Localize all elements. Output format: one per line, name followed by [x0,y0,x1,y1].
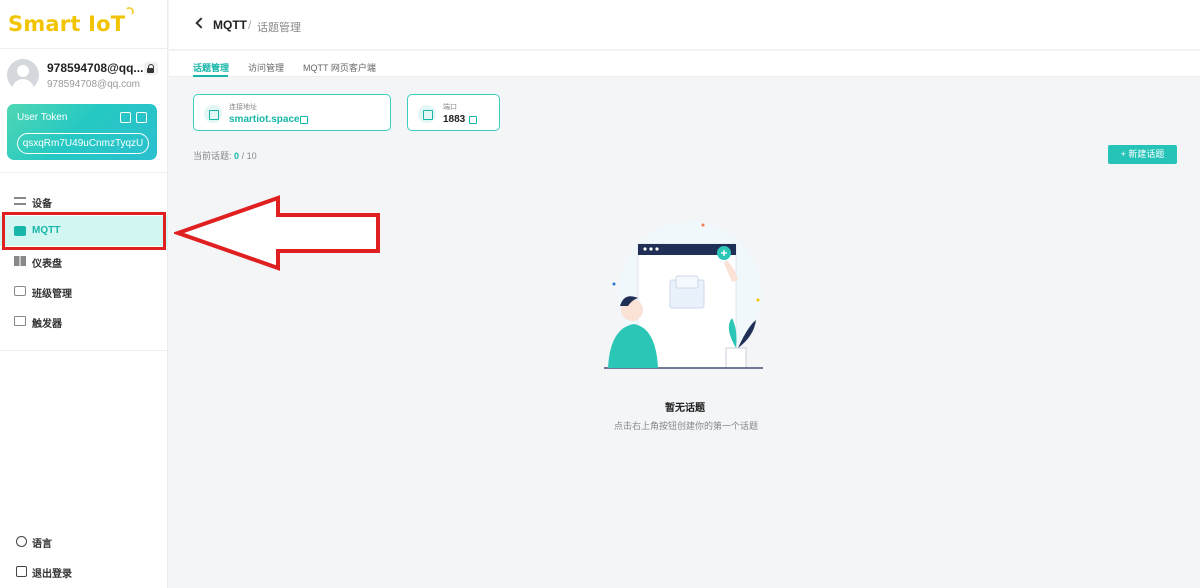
breadcrumb-separator: / [248,18,252,32]
divider [0,172,168,173]
wifi-icon [125,7,135,16]
avatar[interactable] [7,59,39,91]
connection-address-card: 连接地址 smartiot.space [193,94,391,131]
dashboard-icon [14,256,26,266]
highlight-box [2,212,166,250]
language-button[interactable]: 语言 [16,534,166,550]
tab-bar: 话题管理 访问管理 MQTT 网页客户端 [169,51,1200,77]
header: MQTT / 话题管理 [169,0,1200,50]
copy-icon[interactable] [469,116,477,124]
copy-icon[interactable] [136,112,147,123]
logout-icon [16,566,27,577]
tab-access-management[interactable]: 访问管理 [248,61,284,74]
divider [0,350,168,351]
sidebar-item-label: 仪表盘 [32,259,62,270]
user-email: 978594708@qq.com [47,79,140,90]
sidebar-item-label: 班级管理 [32,289,72,300]
topic-count: 当前话题: 0 / 10 [193,151,257,161]
address-label: 连接地址 [229,104,257,111]
empty-state-illustration [604,221,763,369]
user-profile: 978594708@qq... 978594708@qq.com [7,59,162,93]
token-value: qsxqRm7U49uCnmzTyqzU [17,133,149,154]
active-tab-indicator [193,75,228,77]
sidebar-item-label: 触发器 [32,319,62,330]
app-logo[interactable]: Smart IoT [8,7,135,36]
user-name: 978594708@qq... [47,61,144,75]
sidebar: Smart IoT 978594708@qq... 978594708@qq.c… [0,0,168,588]
port-label: 端口 [443,104,457,111]
divider [0,48,168,49]
class-icon [14,286,26,296]
sidebar-item-class[interactable]: 班级管理 [0,276,168,306]
back-arrow-icon[interactable] [195,17,207,29]
sidebar-item-label: 设备 [32,199,52,210]
lock-icon[interactable] [144,62,158,75]
sidebar-item-trigger[interactable]: 触发器 [0,306,168,336]
trigger-icon [14,316,26,326]
copy-icon[interactable] [300,116,308,124]
logout-label: 退出登录 [32,569,72,580]
tab-mqtt-web-client[interactable]: MQTT 网页客户端 [303,61,376,74]
logout-button[interactable]: 退出登录 [16,564,166,580]
globe-icon [16,536,27,547]
server-icon [204,105,222,123]
pointer-arrow-icon [174,195,380,271]
language-label: 语言 [32,539,52,550]
user-token-card: User Token qsxqRm7U49uCnmzTyqzU [7,104,157,160]
sidebar-item-dashboard[interactable]: 仪表盘 [0,246,168,276]
port-card: 端口 1883 [407,94,500,131]
address-value: smartiot.space [229,114,300,125]
empty-subtitle: 点击右上角按钮创建你的第一个话题 [613,421,758,431]
tab-topic-management[interactable]: 话题管理 [193,61,229,74]
refresh-icon[interactable] [120,112,131,123]
port-icon [418,105,436,123]
token-title: User Token [17,112,68,123]
breadcrumb-current: 话题管理 [257,22,301,34]
empty-title: 暂无话题 [665,403,705,414]
port-value: 1883 [443,114,466,125]
new-topic-button[interactable]: + 新建话题 [1108,145,1177,164]
breadcrumb-mqtt[interactable]: MQTT [213,18,247,32]
device-icon [14,197,26,205]
